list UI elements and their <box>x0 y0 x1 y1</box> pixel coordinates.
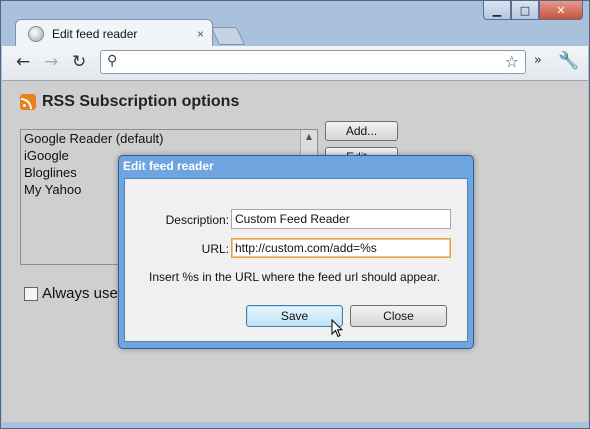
url-label: URL: <box>201 242 229 256</box>
save-button[interactable]: Save <box>246 305 343 327</box>
minimize-button[interactable]: ▁ <box>483 1 511 20</box>
page-heading: RSS Subscription options <box>20 93 239 111</box>
browser-tab[interactable]: Edit feed reader × <box>15 19 213 48</box>
description-field[interactable]: Custom Feed Reader <box>231 209 451 229</box>
search-icon: ⚲ <box>107 53 118 69</box>
browser-window: ▁ □ ✕ Edit feed reader × ← → ↻ ⚲ ☆ » 🔧 R… <box>0 0 590 429</box>
maximize-button[interactable]: □ <box>511 1 539 20</box>
tab-close-icon[interactable]: × <box>197 27 204 41</box>
window-controls: ▁ □ ✕ <box>483 1 583 20</box>
always-use-checkbox[interactable] <box>24 286 38 301</box>
close-button[interactable]: Close <box>350 305 447 327</box>
description-label: Description: <box>165 213 229 227</box>
chevron-icon[interactable]: » <box>534 53 542 68</box>
toolbar: ← → ↻ ⚲ ☆ » 🔧 <box>2 46 588 81</box>
omnibox[interactable]: ⚲ ☆ <box>100 50 526 74</box>
close-window-button[interactable]: ✕ <box>539 1 583 20</box>
edit-feed-reader-dialog: Edit feed reader Description: Custom Fee… <box>118 155 474 349</box>
forward-icon[interactable]: → <box>44 52 58 72</box>
add-button[interactable]: Add... <box>325 121 398 141</box>
new-tab-button[interactable] <box>210 27 246 45</box>
url-hint: Insert %s in the URL where the feed url … <box>149 270 441 284</box>
always-use-option[interactable]: Always use <box>24 285 118 302</box>
back-icon[interactable]: ← <box>16 52 30 72</box>
globe-icon <box>28 26 44 42</box>
wrench-icon[interactable]: 🔧 <box>558 51 579 71</box>
list-item[interactable]: Google Reader (default) <box>21 130 317 147</box>
page-title: RSS Subscription options <box>42 93 240 110</box>
mouse-cursor-icon <box>331 319 343 338</box>
dialog-body: Description: Custom Feed Reader URL: htt… <box>124 178 468 342</box>
scroll-up-icon[interactable]: ▲ <box>301 130 317 144</box>
url-field[interactable]: http://custom.com/add=%s <box>231 238 451 258</box>
rss-icon <box>20 94 36 110</box>
reload-icon[interactable]: ↻ <box>72 52 86 72</box>
star-icon[interactable]: ☆ <box>505 52 519 71</box>
always-use-label: Always use <box>42 285 118 302</box>
dialog-title: Edit feed reader <box>123 159 214 173</box>
tab-title: Edit feed reader <box>52 27 138 41</box>
